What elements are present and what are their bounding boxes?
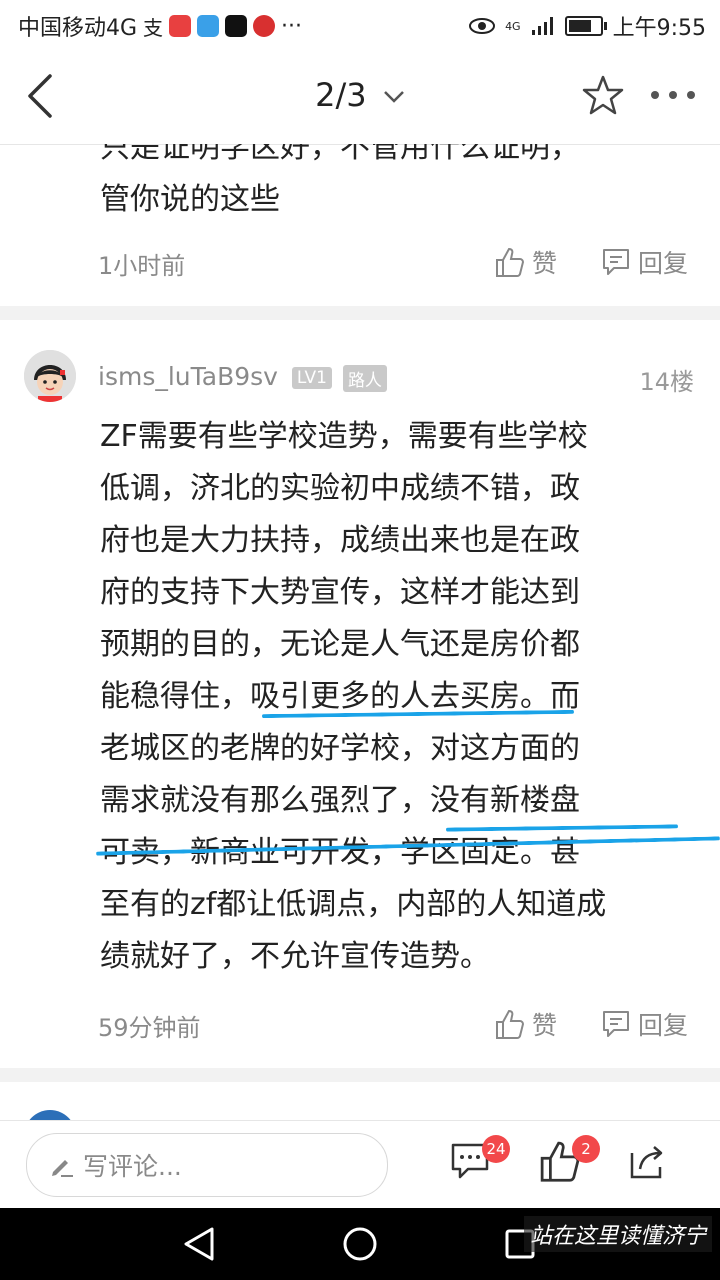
avatar-image [24,350,76,402]
reply-icon [603,1011,629,1037]
prev-comment-line: 管你说的这些 [100,182,280,217]
role-badge: 路人 [342,364,387,392]
comment-author[interactable]: isms_luTaB9sv LV1 路人 [98,362,387,392]
home-circle-icon[interactable] [342,1226,378,1262]
battery-icon [564,16,607,36]
tiktok-icon [225,15,248,37]
like-button[interactable]: 赞 [494,1006,557,1042]
comment-body: ZF需要有些学校造势，需要有些学校 低调，济北的实验初中成绩不错，政 府也是大力… [100,411,606,983]
alipay-icon: 支 [143,15,164,40]
signal-icon [531,17,553,35]
comment-line: 老城区的老牌的好学校，对这方面的 [100,731,580,766]
pencil-icon [52,1160,73,1177]
status-bar: 中国移动4G 支 ··· 4G 上午9:55 [0,0,720,50]
prev-comment-line: 只是证明学区好，不管用什么证明， [100,144,580,165]
avatar[interactable] [24,350,76,402]
thumbs-up-icon [496,1009,525,1039]
reply-label: 回复 [638,1011,689,1040]
toutiao-icon [169,15,192,37]
reply-label: 回复 [638,249,689,278]
like-label: 赞 [532,249,558,278]
back-triangle-icon[interactable] [182,1226,216,1262]
like-post-button[interactable]: 2 [538,1135,600,1187]
status-right: 4G 上午9:55 [469,10,706,42]
watermark: 站在这里读懂济宁 [523,1216,712,1252]
prev-reply-button[interactable]: 回复 [600,244,688,280]
like-label: 赞 [532,1011,558,1040]
comment-line: 需求就没有那么强烈了，没有新楼盘 [100,783,580,818]
comment-line: 府也是大力扶持，成绩出来也是在政 [100,523,580,558]
share-button[interactable] [626,1139,674,1187]
comment-list: 只是证明学区好，不管用什么证明， 管你说的这些 1小时前 赞 回复 isms_l… [0,144,720,1120]
avatar[interactable] [24,1110,76,1120]
comment-divider [0,1068,720,1082]
top-nav-bar: 2/3 [0,50,720,145]
network-type-label: 4G [505,19,521,33]
username: isms_luTaB9sv [98,362,278,391]
comment-placeholder: 写评论... [83,1152,182,1181]
level-badge: LV1 [291,367,332,389]
comment-line: 绩就好了，不允许宣传造势。 [100,939,490,974]
comments-button[interactable]: 24 [448,1135,510,1187]
prev-comment-text: 只是证明学区好，不管用什么证明， 管你说的这些 [100,144,580,226]
prev-comment-time: 1小时前 [98,252,186,280]
comment-line: ZF需要有些学校造势，需要有些学校 [100,419,588,454]
comment-count-badge: 24 [482,1135,510,1163]
comment-line: 预期的目的，无论是人气还是房价都 [100,627,580,662]
comment-line: 低调，济北的实验初中成绩不错，政 [100,471,580,506]
prev-like-button[interactable]: 赞 [494,244,557,280]
more-notifications-icon: ··· [281,13,303,39]
share-icon [630,1146,663,1179]
reply-button[interactable]: 回复 [600,1006,688,1042]
comment-divider [0,306,720,320]
news-app-icon [253,15,276,37]
page-indicator-label: 2/3 [315,76,367,114]
eye-icon [469,18,496,34]
map-app-icon [197,15,220,37]
more-icon[interactable] [650,90,696,100]
clock: 上午9:55 [612,16,706,41]
status-left: 中国移动4G 支 ··· [18,10,302,42]
comment-input[interactable]: 写评论... [26,1133,388,1197]
chevron-down-icon [383,91,404,103]
thumbs-up-icon [496,247,525,277]
like-count-badge: 2 [572,1135,600,1163]
comment-line: 至有的zf都让低调点，内部的人知道成 [100,887,607,922]
star-icon[interactable] [582,74,624,116]
carrier-label: 中国移动4G [18,16,138,41]
reply-icon [603,249,629,275]
comment-line: 府的支持下大势宣传，这样才能达到 [100,575,580,610]
bottom-action-bar: 写评论... 24 2 [0,1120,720,1209]
floor-number: 14楼 [639,368,694,396]
comment-time: 59分钟前 [98,1014,201,1042]
